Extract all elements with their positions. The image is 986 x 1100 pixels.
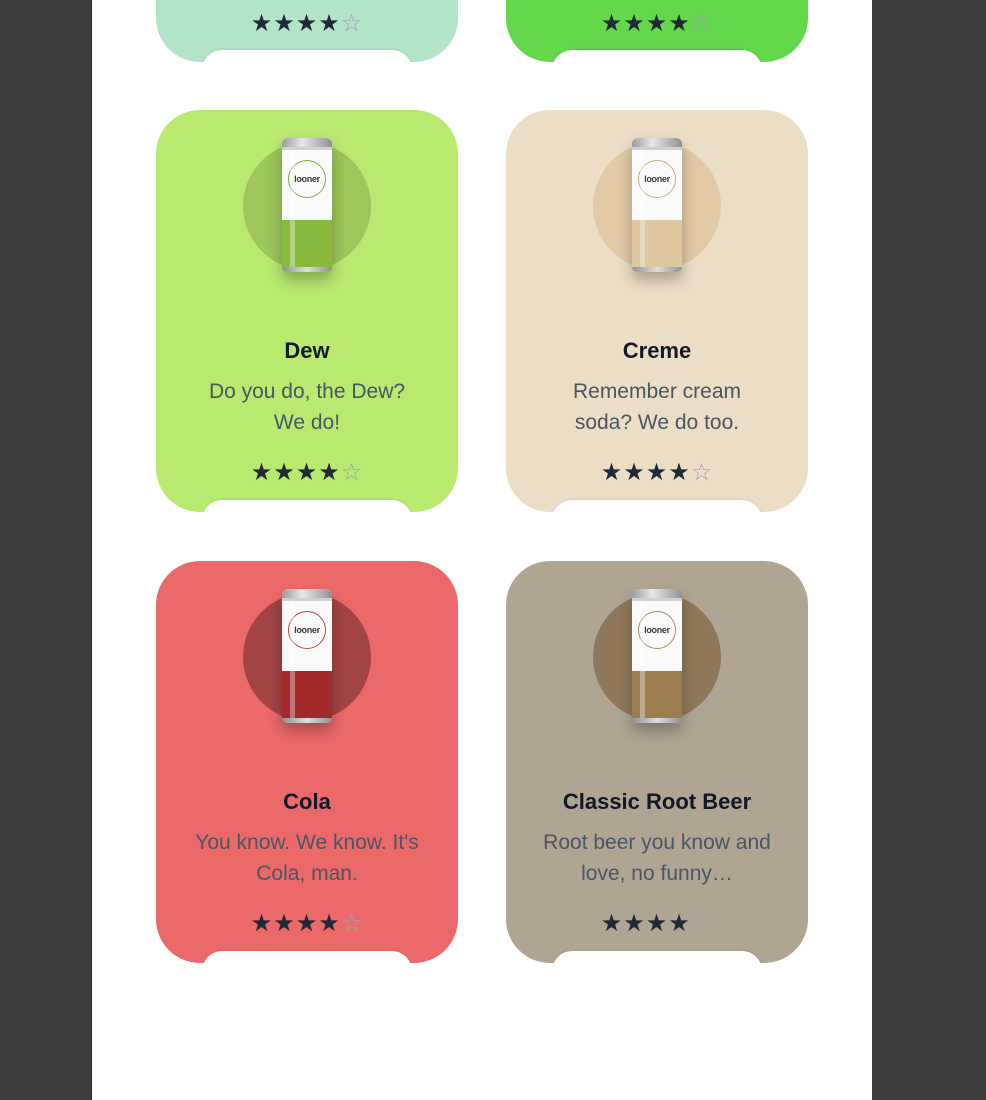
add-to-cart-button[interactable] (202, 500, 412, 512)
star-filled-icon: ★ (295, 459, 319, 486)
add-to-cart-button[interactable] (552, 951, 762, 963)
product-card-dew[interactable]: looner Dew Do you do, the Dew? We do! ★★… (156, 110, 458, 512)
product-card-cola[interactable]: looner Cola You know. We know. It's Cola… (156, 561, 458, 963)
star-filled-icon: ★ (668, 10, 691, 37)
star-filled-icon: ★ (250, 459, 274, 486)
star-filled-icon: ★ (250, 10, 274, 37)
rating-stars: ★★★★☆ (156, 912, 458, 936)
can-image: looner (282, 589, 332, 723)
star-filled-icon: ★ (273, 459, 296, 486)
can-image: looner (632, 138, 682, 272)
star-filled-icon: ★ (318, 10, 341, 37)
star-filled-icon: ★ (600, 10, 624, 37)
star-filled-icon: ★ (668, 459, 691, 486)
product-card-classic-root-beer[interactable]: looner Classic Root Beer Root beer you k… (506, 561, 808, 963)
product-image: looner (593, 138, 721, 272)
star-filled-icon: ★ (600, 459, 624, 486)
product-name: Cola (283, 789, 331, 814)
star-filled-icon: ★ (600, 910, 624, 937)
product-name: Dew (284, 338, 330, 363)
product-image: looner (243, 589, 371, 723)
add-to-cart-button[interactable] (202, 50, 412, 62)
can-image: looner (632, 589, 682, 723)
rating-stars: ★★★★☆ (156, 461, 458, 485)
rating-stars: ★★★★☆ (506, 461, 808, 485)
star-filled-icon: ★ (623, 910, 646, 937)
star-empty-icon: ☆ (340, 459, 364, 486)
star-filled-icon: ★ (295, 10, 319, 37)
star-filled-icon: ★ (645, 10, 669, 37)
can-image: looner (282, 138, 332, 272)
product-card[interactable]: ★★★★☆ (156, 0, 458, 62)
rating-stars: ★★★★☆ (156, 12, 458, 36)
star-filled-icon: ★ (318, 910, 341, 937)
product-image: looner (593, 589, 721, 723)
star-filled-icon: ★ (250, 910, 274, 937)
star-filled-icon: ★ (273, 10, 296, 37)
star-filled-icon: ★ (318, 459, 341, 486)
product-card-creme[interactable]: looner Creme Remember cream soda? We do … (506, 110, 808, 512)
star-empty-icon: ☆ (690, 459, 714, 486)
product-description: Do you do, the Dew? We do! (208, 380, 406, 434)
star-filled-icon: ★ (623, 459, 646, 486)
product-card[interactable]: ★★★★☆ (506, 0, 808, 62)
star-empty-icon: ☆ (340, 910, 364, 937)
star-filled-icon: ★ (645, 459, 669, 486)
product-name: Creme (622, 338, 692, 363)
star-filled-icon: ★ (623, 10, 646, 37)
star-filled-icon: ★ (645, 910, 669, 937)
rating-stars: ★★★★☆ (506, 12, 808, 36)
product-name: Classic Root Beer (562, 789, 752, 814)
product-description: Remember cream soda? We do too. (572, 380, 742, 434)
product-image: looner (243, 138, 371, 272)
product-description: Root beer you know and love, no funny… (543, 831, 771, 885)
add-to-cart-button[interactable] (552, 500, 762, 512)
star-empty-icon: ☆ (340, 10, 364, 37)
add-to-cart-button[interactable] (202, 951, 412, 963)
star-filled-icon: ★ (295, 910, 319, 937)
star-filled-icon: ★ (273, 910, 296, 937)
star-empty-icon: ☆ (690, 10, 714, 37)
product-grid-viewport: ★★★★☆ ★★★★☆ looner Dew Do you do, the De… (91, 0, 872, 1100)
star-empty-icon: ☆ (690, 910, 714, 937)
star-filled-icon: ★ (668, 910, 691, 937)
product-description: You know. We know. It's Cola, man. (195, 831, 419, 885)
add-to-cart-button[interactable] (552, 50, 762, 62)
rating-stars: ★★★★☆ (506, 912, 808, 936)
